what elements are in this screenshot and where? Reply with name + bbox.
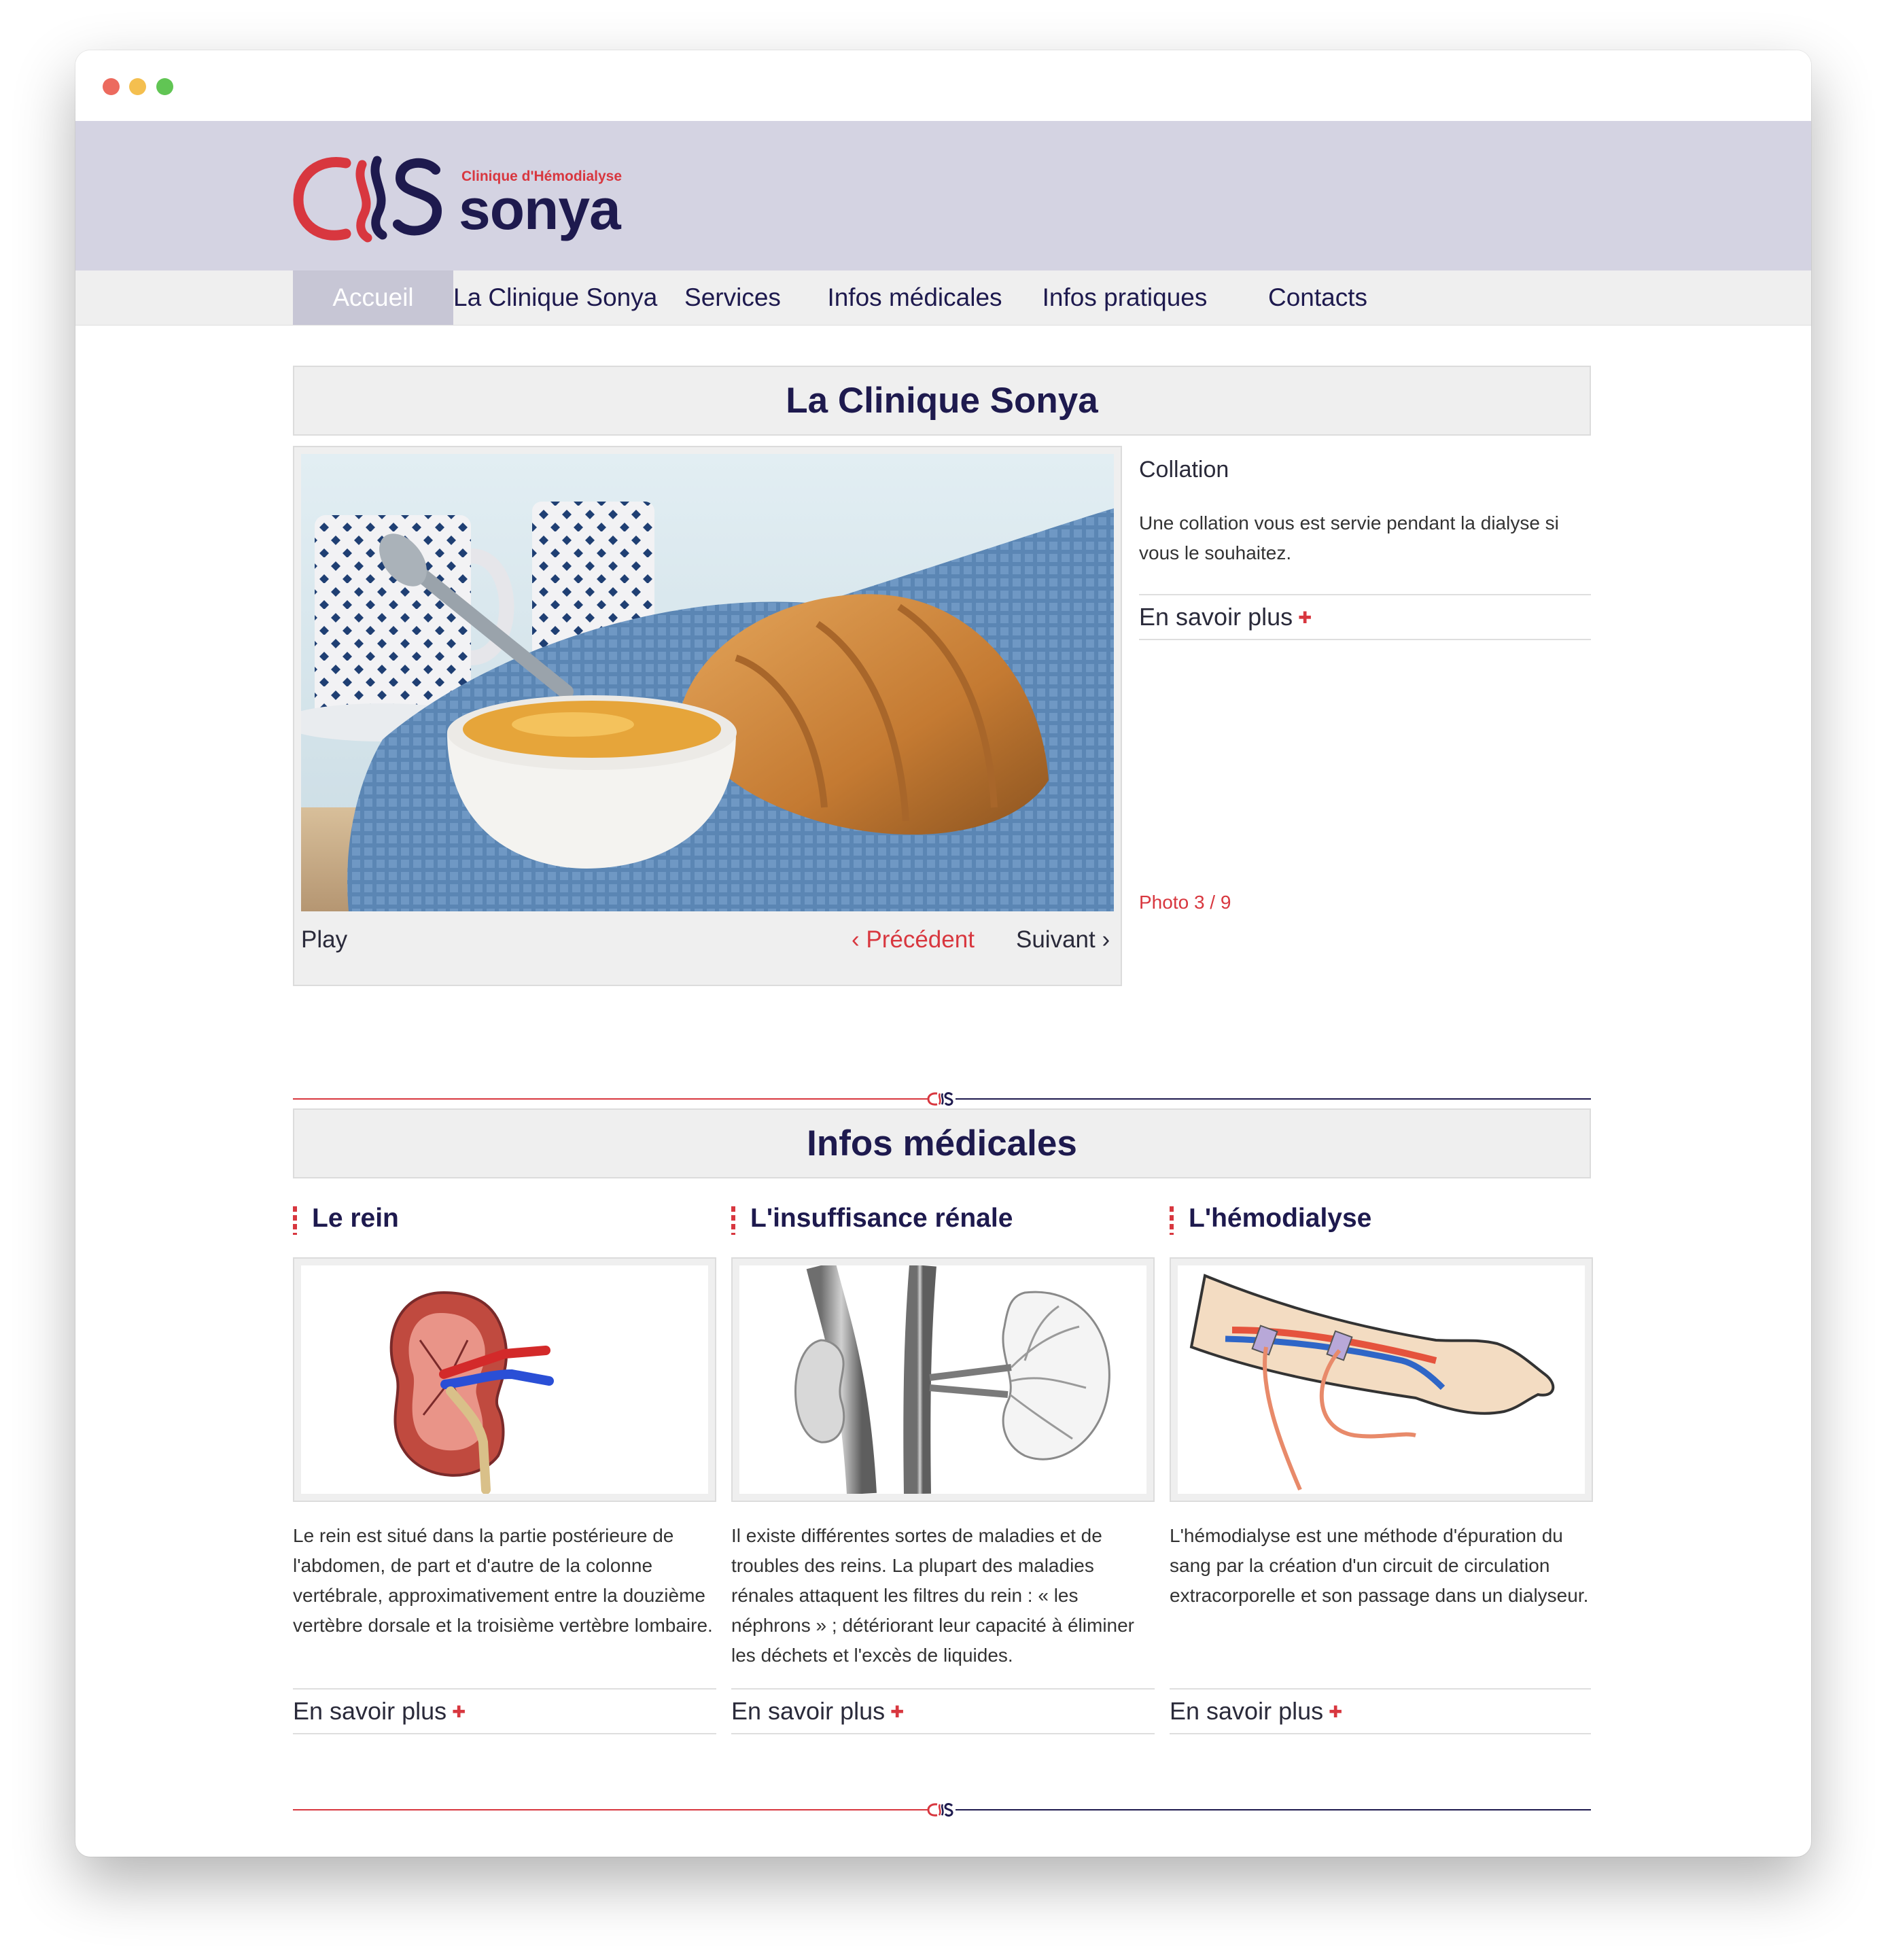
column-title-insuffisance-renale[interactable]: L'insuffisance rénale — [731, 1204, 1013, 1235]
divider-logo-icon — [927, 1803, 953, 1817]
nav-item-contacts[interactable]: Contacts — [1228, 270, 1407, 325]
plus-icon: ✚ — [1329, 1703, 1343, 1721]
dialysis-arm-illustration-icon — [1189, 1274, 1555, 1491]
card-image-insuffisance-renale[interactable] — [731, 1257, 1155, 1502]
photo-slider: Play ‹ Précédent Suivant › — [293, 446, 1122, 986]
slide-caption-text: Une collation vous est servie pendant la… — [1139, 512, 1559, 563]
card-image-le-rein[interactable] — [293, 1257, 716, 1502]
site-logo[interactable]: Clinique d'Hémodialyse sonya — [293, 148, 673, 243]
slide-more-link[interactable]: En savoir plus ✚ — [1139, 594, 1591, 640]
kidney-illustration-icon — [389, 1291, 554, 1494]
card-image-hemodialyse[interactable] — [1170, 1257, 1593, 1502]
page-content: Clinique d'Hémodialyse sonya Accueil La … — [75, 121, 1811, 1857]
nav-item-services[interactable]: Services — [657, 270, 808, 325]
slider-play-button[interactable]: Play — [301, 926, 347, 953]
main-navigation: Accueil La Clinique Sonya Services Infos… — [75, 270, 1811, 326]
slider-photo — [301, 454, 1114, 911]
nav-item-infos-medicales[interactable]: Infos médicales — [808, 270, 1021, 325]
plus-icon: ✚ — [890, 1703, 905, 1721]
plus-icon: ✚ — [1298, 609, 1312, 627]
more-link-label: En savoir plus — [293, 1697, 447, 1725]
browser-window: Clinique d'Hémodialyse sonya Accueil La … — [75, 50, 1811, 1857]
logo-name: sonya — [459, 177, 621, 241]
column-title-hemodialyse[interactable]: L'hémodialyse — [1170, 1204, 1371, 1235]
section-divider-bottom — [293, 1803, 1591, 1817]
more-link-le-rein[interactable]: En savoir plus ✚ — [293, 1688, 716, 1734]
more-link-insuffisance-renale[interactable]: En savoir plus ✚ — [731, 1688, 1155, 1734]
maximize-window-button[interactable] — [156, 78, 173, 95]
column-text-le-rein: Le rein est situé dans la partie postéri… — [293, 1525, 713, 1636]
photo-counter: Photo 3 / 9 — [1139, 892, 1231, 913]
more-link-label: En savoir plus — [1139, 603, 1293, 631]
site-header: Clinique d'Hémodialyse sonya — [75, 121, 1811, 270]
close-window-button[interactable] — [103, 78, 120, 95]
breakfast-photo-icon — [301, 454, 1114, 911]
slider-previous-button[interactable]: ‹ Précédent — [852, 926, 975, 953]
nav-item-la-clinique-sonya[interactable]: La Clinique Sonya — [453, 270, 657, 325]
divider-logo-icon — [927, 1092, 953, 1106]
minimize-window-button[interactable] — [129, 78, 146, 95]
clinic-section-title: La Clinique Sonya — [293, 366, 1591, 436]
nav-item-infos-pratiques[interactable]: Infos pratiques — [1021, 270, 1228, 325]
nav-item-accueil[interactable]: Accueil — [293, 270, 453, 325]
more-link-label: En savoir plus — [731, 1697, 886, 1725]
more-link-label: En savoir plus — [1170, 1697, 1324, 1725]
column-text-hemodialyse: L'hémodialyse est une méthode d'épuratio… — [1170, 1525, 1589, 1606]
slider-next-button[interactable]: Suivant › — [1016, 926, 1110, 953]
section-divider — [293, 1092, 1591, 1106]
more-link-hemodialyse[interactable]: En savoir plus ✚ — [1170, 1688, 1591, 1734]
column-title-le-rein[interactable]: Le rein — [293, 1204, 399, 1235]
window-titlebar — [75, 50, 1811, 121]
column-text-insuffisance-renale: Il existe différentes sortes de maladies… — [731, 1525, 1135, 1666]
slide-caption-title: Collation — [1139, 457, 1229, 483]
medical-section-title: Infos médicales — [293, 1108, 1591, 1178]
plus-icon: ✚ — [452, 1703, 466, 1721]
renal-anatomy-illustration-icon — [794, 1265, 1110, 1494]
logo-mark-icon — [293, 156, 442, 243]
